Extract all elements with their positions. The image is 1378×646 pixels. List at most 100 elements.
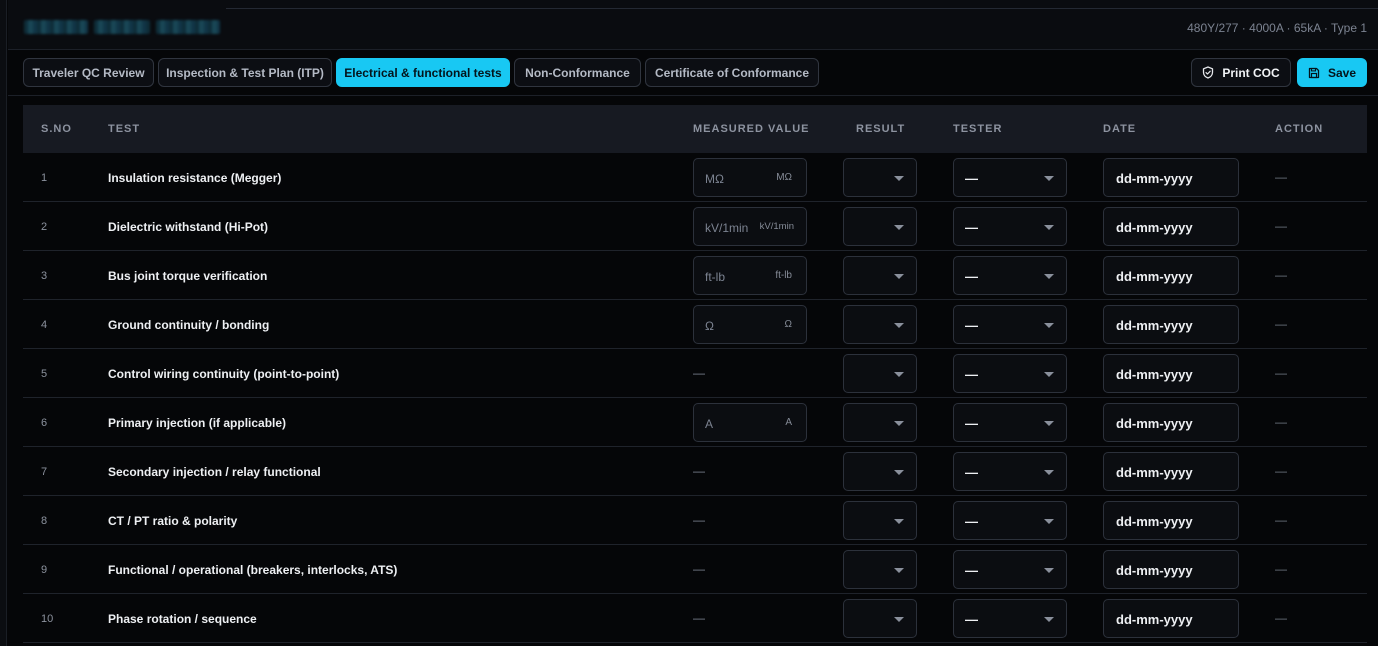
row-action: — [1275, 170, 1287, 184]
date-input[interactable]: dd-mm-yyyy [1103, 403, 1239, 442]
tester-value: — [965, 269, 978, 284]
print-coc-label: Print COC [1222, 65, 1280, 80]
result-select[interactable] [843, 158, 917, 197]
shield-icon [1203, 66, 1214, 79]
chevron-down-icon [1044, 617, 1054, 622]
result-select[interactable] [843, 550, 917, 589]
chevron-down-icon [1044, 470, 1054, 475]
row-action: — [1275, 366, 1287, 380]
row-sno: 10 [41, 613, 54, 625]
tester-value: — [965, 514, 978, 529]
tester-select[interactable]: — [953, 599, 1067, 638]
result-select[interactable] [843, 207, 917, 246]
project-title-redacted [24, 18, 220, 36]
row-sno: 3 [41, 270, 48, 282]
tester-select[interactable]: — [953, 452, 1067, 491]
measured-value-input[interactable]: ft-lb ft-lb [693, 256, 807, 295]
tab-electrical-functional-tests[interactable]: Electrical & functional tests [336, 58, 510, 87]
date-input[interactable]: dd-mm-yyyy [1103, 305, 1239, 344]
table-row: 3 Bus joint torque verification ft-lb ft… [23, 251, 1367, 300]
tester-select[interactable]: — [953, 207, 1067, 246]
chevron-down-icon [894, 323, 904, 328]
result-select[interactable] [843, 256, 917, 295]
date-placeholder: dd-mm-yyyy [1116, 171, 1193, 186]
tester-select[interactable]: — [953, 256, 1067, 295]
chevron-down-icon [1044, 323, 1054, 328]
column-header-measured-value: MEASURED VALUE [693, 123, 810, 135]
date-input[interactable]: dd-mm-yyyy [1103, 550, 1239, 589]
result-select[interactable] [843, 354, 917, 393]
chevron-down-icon [1044, 176, 1054, 181]
measured-value-input[interactable]: MΩ MΩ [693, 158, 807, 197]
tab-traveler-qc-review[interactable]: Traveler QC Review [23, 58, 154, 87]
date-input[interactable]: dd-mm-yyyy [1103, 256, 1239, 295]
chevron-down-icon [1044, 274, 1054, 279]
date-placeholder: dd-mm-yyyy [1116, 269, 1193, 284]
date-input[interactable]: dd-mm-yyyy [1103, 452, 1239, 491]
tester-select[interactable]: — [953, 158, 1067, 197]
row-test-name: Insulation resistance (Megger) [108, 171, 282, 185]
floppy-disk-icon [1308, 67, 1320, 78]
chevron-down-icon [1044, 372, 1054, 377]
measured-value-input[interactable]: Ω Ω [693, 305, 807, 344]
redacted-text-block [156, 20, 220, 34]
measured-value-empty: — [693, 562, 705, 576]
save-button[interactable]: Save [1297, 58, 1367, 87]
chevron-down-icon [1044, 421, 1054, 426]
switchgear-spec: 480Y/277 · 4000A · 65kA · Type 1 [1187, 21, 1367, 35]
date-input[interactable]: dd-mm-yyyy [1103, 354, 1239, 393]
measured-value-unit: kV/1min [759, 221, 794, 232]
result-select[interactable] [843, 501, 917, 540]
measured-value-unit: MΩ [776, 172, 792, 183]
row-sno: 5 [41, 368, 48, 380]
row-action: — [1275, 219, 1287, 233]
date-input[interactable]: dd-mm-yyyy [1103, 158, 1239, 197]
table-row: 2 Dielectric withstand (Hi-Pot) kV/1min … [23, 202, 1367, 251]
result-select[interactable] [843, 599, 917, 638]
table-row: 5 Control wiring continuity (point-to-po… [23, 349, 1367, 398]
date-placeholder: dd-mm-yyyy [1116, 514, 1193, 529]
measured-value-placeholder: ft-lb [705, 270, 726, 284]
tester-select[interactable]: — [953, 403, 1067, 442]
row-test-name: Ground continuity / bonding [108, 318, 270, 332]
date-input[interactable]: dd-mm-yyyy [1103, 501, 1239, 540]
row-action: — [1275, 268, 1287, 282]
tester-select[interactable]: — [953, 501, 1067, 540]
row-action: — [1275, 611, 1287, 625]
date-input[interactable]: dd-mm-yyyy [1103, 599, 1239, 638]
tester-select[interactable]: — [953, 354, 1067, 393]
column-header-date: DATE [1103, 123, 1137, 135]
tester-value: — [965, 416, 978, 431]
row-sno: 7 [41, 466, 48, 478]
table-row: 7 Secondary injection / relay functional… [23, 447, 1367, 496]
row-sno: 8 [41, 515, 48, 527]
date-placeholder: dd-mm-yyyy [1116, 367, 1193, 382]
table-row: 8 CT / PT ratio & polarity — — dd-mm-yyy… [23, 496, 1367, 545]
measured-value-input[interactable]: kV/1min kV/1min [693, 207, 807, 246]
column-header-result: RESULT [856, 123, 906, 135]
measured-value-empty: — [693, 464, 705, 478]
measured-value-unit: Ω [784, 319, 792, 330]
result-select[interactable] [843, 452, 917, 491]
chevron-down-icon [894, 519, 904, 524]
row-test-name: Phase rotation / sequence [108, 612, 257, 626]
date-placeholder: dd-mm-yyyy [1116, 220, 1193, 235]
print-coc-button[interactable]: Print COC [1191, 58, 1291, 87]
measured-value-empty: — [693, 513, 705, 527]
measured-value-input[interactable]: A A [693, 403, 807, 442]
result-select[interactable] [843, 305, 917, 344]
column-header-action: ACTION [1275, 123, 1324, 135]
tab-certificate-of-conformance[interactable]: Certificate of Conformance [645, 58, 819, 87]
tester-value: — [965, 318, 978, 333]
tab-inspection-test-plan[interactable]: Inspection & Test Plan (ITP) [158, 58, 332, 87]
measured-value-empty: — [693, 366, 705, 380]
tester-select[interactable]: — [953, 305, 1067, 344]
tab-non-conformance[interactable]: Non-Conformance [514, 58, 641, 87]
row-test-name: Bus joint torque verification [108, 269, 268, 283]
measured-value-placeholder: MΩ [705, 172, 724, 186]
date-input[interactable]: dd-mm-yyyy [1103, 207, 1239, 246]
redacted-text-block [24, 20, 88, 34]
table-row: 10 Phase rotation / sequence — — dd-mm-y… [23, 594, 1367, 643]
result-select[interactable] [843, 403, 917, 442]
tester-select[interactable]: — [953, 550, 1067, 589]
